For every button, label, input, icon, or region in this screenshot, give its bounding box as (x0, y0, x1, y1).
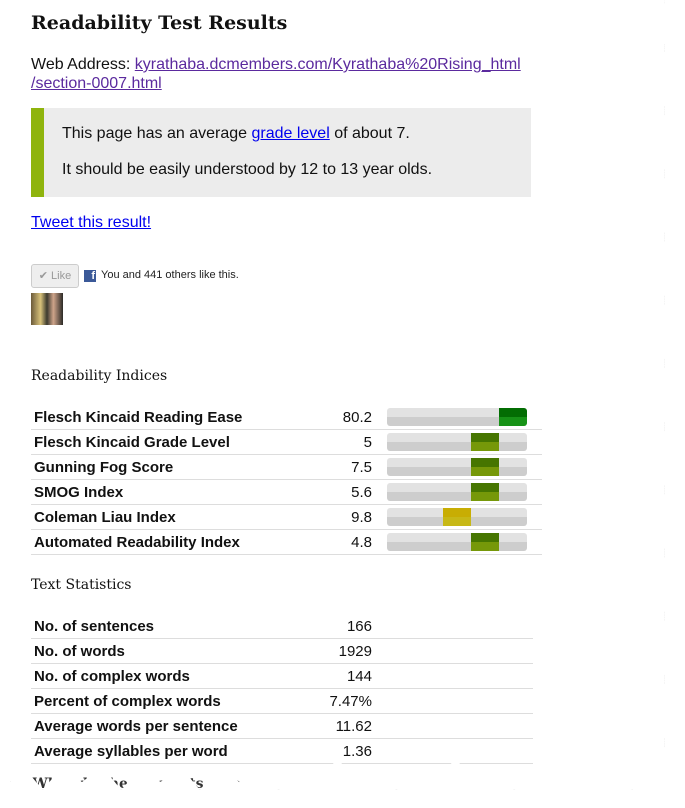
index-name: Flesch Kincaid Reading Ease (31, 405, 279, 430)
index-name: Gunning Fog Score (31, 454, 279, 480)
index-name: Flesch Kincaid Grade Level (31, 429, 279, 455)
index-bar (387, 533, 527, 551)
summary-age: It should be easily understood by 12 to … (62, 161, 433, 178)
stat-value: 166 (279, 614, 375, 639)
stat-value: 144 (279, 663, 375, 689)
summary-text-end: of about 7. (329, 125, 410, 142)
stat-name: Average syllables per word (31, 738, 279, 764)
index-bar (387, 483, 527, 501)
page: Readability Test Results Web Address: ky… (10, 0, 665, 790)
index-bar (387, 458, 527, 476)
index-row: SMOG Index 5.6 (31, 479, 542, 505)
index-bar-fill (471, 433, 499, 451)
index-bar-fill (471, 533, 499, 551)
web-address-label: Web Address: (31, 56, 135, 73)
grade-level-link[interactable]: grade level (251, 125, 329, 142)
index-value: 7.5 (279, 454, 375, 480)
index-row: Coleman Liau Index 9.8 (31, 504, 542, 530)
stat-name: No. of complex words (31, 663, 279, 689)
index-bar-fill (471, 483, 499, 501)
index-value: 5.6 (279, 479, 375, 505)
stats-table: No. of sentences 166 No. of words 1929 No. o… (31, 614, 533, 764)
indices-heading: Readability Indices (31, 368, 168, 384)
stat-value: 1.36 (279, 738, 375, 764)
stat-row: Average syllables per word 1.36 (31, 738, 533, 764)
stat-row: Percent of complex words 7.47% (31, 688, 533, 714)
stat-value: 7.47% (279, 688, 375, 714)
index-bar (387, 408, 527, 426)
summary-box: This page has an average grade level of … (31, 108, 531, 197)
avatar[interactable] (31, 293, 63, 325)
index-name: Coleman Liau Index (31, 504, 279, 530)
web-address: Web Address: kyrathaba.dcmembers.com/Kyr… (31, 55, 531, 93)
stats-heading: Text Statistics (31, 577, 132, 593)
index-value: 4.8 (279, 529, 375, 555)
index-bar (387, 508, 527, 526)
facebook-icon: f (84, 270, 96, 282)
stat-name: Average words per sentence (31, 713, 279, 739)
index-name: Automated Readability Index (31, 529, 279, 555)
index-value: 5 (279, 429, 375, 455)
stat-value: 1929 (279, 638, 375, 664)
index-row: Flesch Kincaid Reading Ease 80.2 (31, 405, 542, 430)
stat-name: No. of sentences (31, 614, 279, 639)
results-meaning-heading: What do these results mean? (32, 776, 260, 792)
page-title: Readability Test Results (31, 12, 288, 34)
stat-row: No. of complex words 144 (31, 663, 533, 689)
indices-table: Flesch Kincaid Reading Ease 80.2 Flesch Ki… (31, 405, 542, 555)
stat-name: No. of words (31, 638, 279, 664)
like-count-text: You and 441 others like this. (101, 269, 239, 281)
like-button[interactable]: ✔ Like (31, 264, 79, 288)
index-value: 80.2 (279, 405, 375, 430)
stat-value: 11.62 (279, 713, 375, 739)
stat-row: No. of sentences 166 (31, 614, 533, 639)
tweet-link[interactable]: Tweet this result! (31, 214, 151, 232)
stat-name: Percent of complex words (31, 688, 279, 714)
index-value: 9.8 (279, 504, 375, 530)
index-name: SMOG Index (31, 479, 279, 505)
index-row: Gunning Fog Score 7.5 (31, 454, 542, 480)
index-bar-fill (499, 408, 527, 426)
summary-text: This page has an average (62, 125, 252, 142)
index-bar-fill (471, 458, 499, 476)
index-row: Flesch Kincaid Grade Level 5 (31, 429, 542, 455)
index-bar-fill (443, 508, 471, 526)
index-row: Automated Readability Index 4.8 (31, 529, 542, 555)
stat-row: No. of words 1929 (31, 638, 533, 664)
stat-row: Average words per sentence 11.62 (31, 713, 533, 739)
index-bar (387, 433, 527, 451)
